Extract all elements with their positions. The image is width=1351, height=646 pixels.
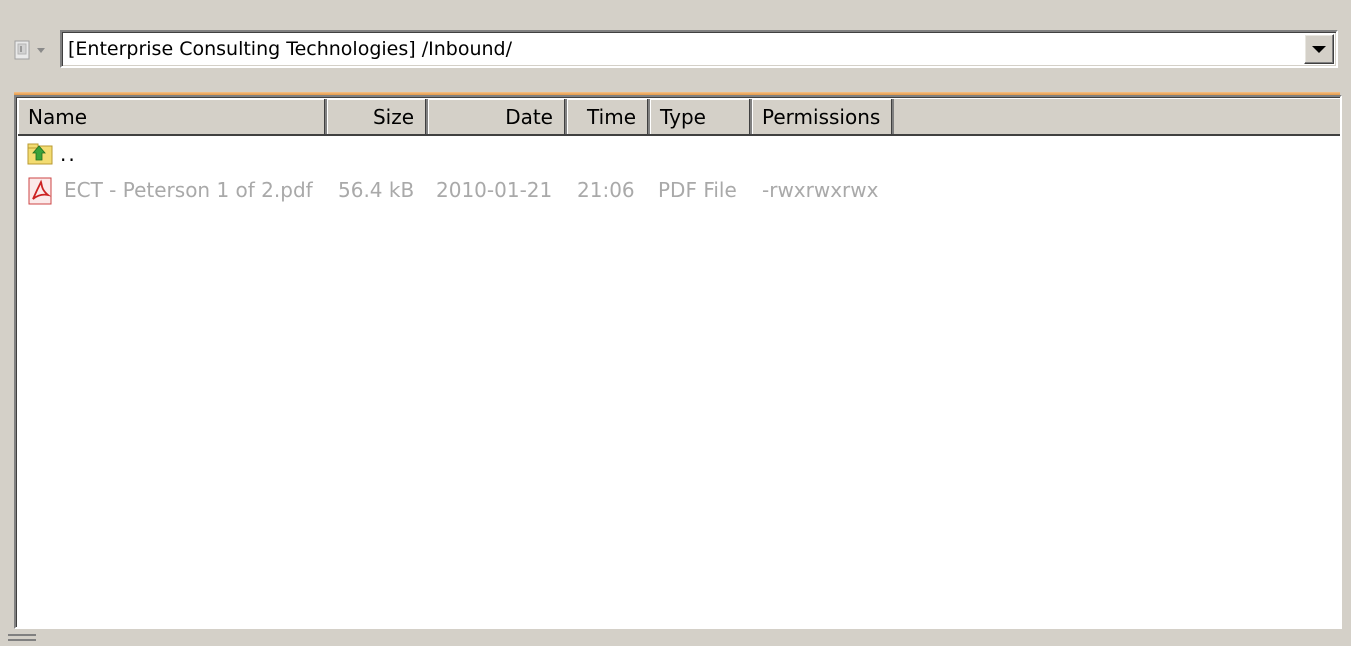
list-item[interactable]: ..	[18, 136, 1340, 172]
column-header-date[interactable]: Date	[428, 99, 567, 134]
path-input[interactable]	[66, 32, 1298, 66]
dropdown-arrow-icon	[1312, 45, 1326, 53]
file-date: 2010-01-21	[436, 178, 553, 202]
drive-menu-button[interactable]	[12, 36, 52, 64]
chevron-down-icon	[36, 45, 46, 55]
column-header-name[interactable]: Name	[18, 99, 327, 134]
column-header-size[interactable]: Size	[327, 99, 428, 134]
path-combobox[interactable]	[60, 30, 1338, 68]
file-time: 21:06	[577, 178, 635, 202]
column-header-time[interactable]: Time	[567, 99, 650, 134]
file-type: PDF File	[658, 178, 737, 202]
resize-grip[interactable]	[8, 634, 36, 642]
path-dropdown-button[interactable]	[1304, 34, 1334, 64]
parent-folder-icon	[26, 140, 56, 170]
drive-icon	[12, 39, 34, 61]
column-header: Name Size Date Time Type Permissions	[18, 99, 1340, 136]
file-rows: .. ECT - Peterson 1 of 2.pdf 56.4 kB 201…	[18, 136, 1340, 627]
file-name: ECT - Peterson 1 of 2.pdf	[64, 178, 313, 202]
column-header-type[interactable]: Type	[650, 99, 752, 134]
file-list[interactable]: Name Size Date Time Type Permissions ..	[14, 95, 1342, 629]
file-name: ..	[60, 142, 77, 166]
pdf-file-icon	[26, 176, 56, 206]
list-item[interactable]: ECT - Peterson 1 of 2.pdf 56.4 kB 2010-0…	[18, 172, 1340, 208]
file-permissions: -rwxrwxrwx	[762, 178, 879, 202]
file-size: 56.4 kB	[338, 178, 415, 202]
column-header-permissions[interactable]: Permissions	[752, 99, 894, 134]
remote-file-browser: Name Size Date Time Type Permissions ..	[0, 0, 1351, 646]
